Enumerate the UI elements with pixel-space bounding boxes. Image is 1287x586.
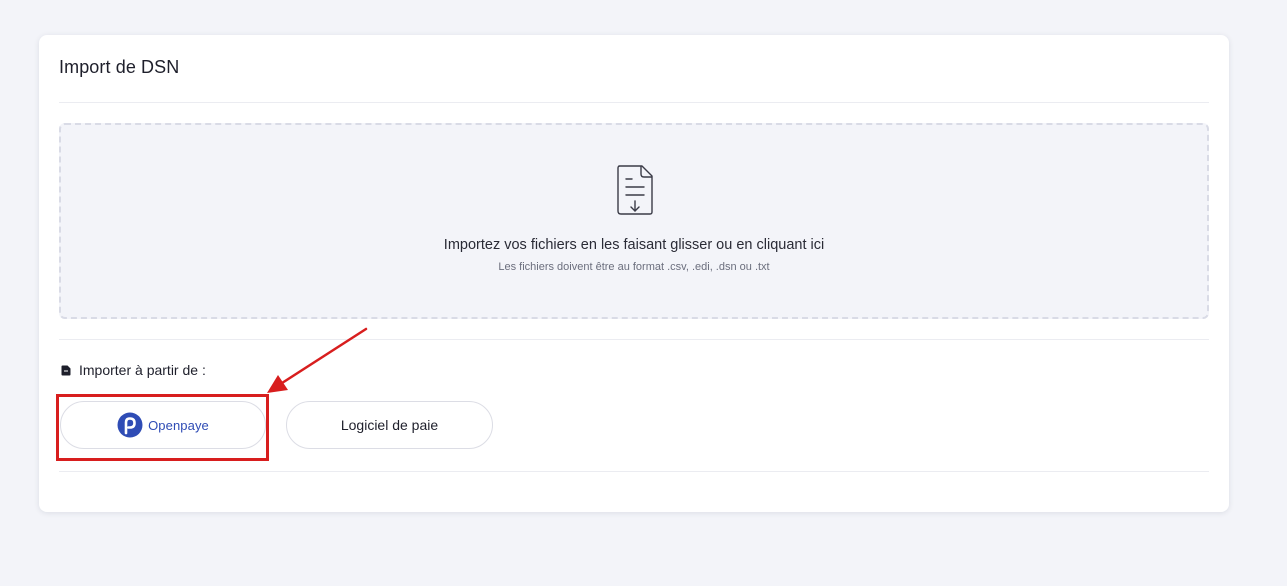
openpaye-button[interactable]: Openpaye — [60, 401, 266, 449]
import-dsn-card: Import de DSN Importez vos fichiers en l… — [39, 35, 1229, 512]
bottom-divider — [59, 471, 1209, 472]
card-title: Import de DSN — [59, 57, 180, 77]
openpaye-label: Openpaye — [148, 417, 209, 433]
title-divider — [59, 102, 1209, 103]
dropzone-sub-text: Les fichiers doivent être au format .csv… — [498, 261, 770, 273]
file-dropzone[interactable]: Importez vos fichiers en les faisant gli… — [59, 123, 1209, 319]
file-icon — [61, 365, 71, 375]
import-from-heading: Importer à partir de : — [61, 362, 206, 378]
import-from-label: Importer à partir de : — [79, 362, 206, 378]
openpaye-logo: Openpaye — [117, 412, 209, 438]
openpaye-logo-icon — [117, 412, 143, 438]
dropzone-divider — [59, 339, 1209, 340]
logiciel-de-paie-button[interactable]: Logiciel de paie — [286, 401, 493, 449]
logiciel-de-paie-label: Logiciel de paie — [340, 417, 439, 433]
dropzone-main-text: Importez vos fichiers en les faisant gli… — [443, 237, 825, 253]
file-download-icon — [617, 165, 653, 215]
